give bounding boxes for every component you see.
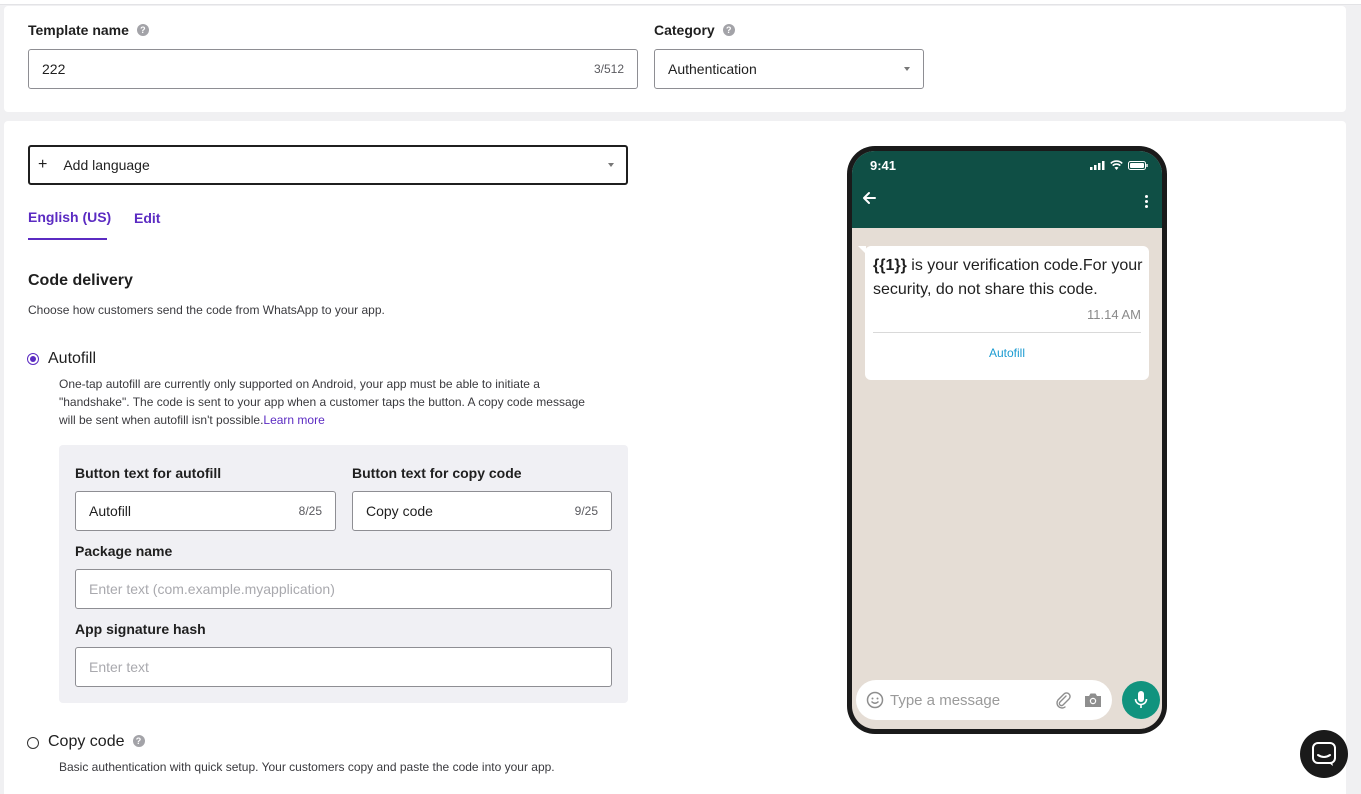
button-copy-label: Button text for copy code xyxy=(352,465,522,481)
chevron-down-icon xyxy=(904,67,910,71)
phone-preview: 9:41 {{1}} is your verification code.For… xyxy=(847,146,1167,734)
app-signature-hash-label: App signature hash xyxy=(75,621,206,637)
message-input-placeholder: Type a message xyxy=(890,691,1001,709)
signal-icon xyxy=(1090,160,1105,170)
template-name-input[interactable]: 222 3/512 xyxy=(28,49,638,89)
code-delivery-description: Choose how customers send the code from … xyxy=(28,303,385,317)
category-select[interactable]: Authentication xyxy=(654,49,924,89)
battery-icon xyxy=(1128,160,1148,170)
camera-icon[interactable] xyxy=(1084,692,1102,708)
char-counter: 3/512 xyxy=(593,62,624,76)
tab-edit[interactable]: Edit xyxy=(134,210,160,226)
help-icon[interactable]: ? xyxy=(722,24,735,36)
plus-icon: + xyxy=(38,156,48,173)
message-autofill-button[interactable]: Autofill xyxy=(865,346,1149,360)
help-icon[interactable]: ? xyxy=(136,24,149,36)
message-input-bar[interactable]: Type a message xyxy=(856,680,1112,720)
char-counter: 8/25 xyxy=(298,504,322,518)
add-language-select[interactable]: + Add language xyxy=(28,145,628,185)
template-name-label: Template name? xyxy=(28,22,149,38)
chevron-down-icon xyxy=(608,163,614,167)
learn-more-link[interactable]: Learn more xyxy=(263,413,324,427)
wifi-icon xyxy=(1110,160,1123,170)
app-signature-hash-input[interactable]: Enter text xyxy=(75,647,612,687)
copy-code-radio[interactable] xyxy=(27,737,39,749)
top-edge xyxy=(0,0,1361,5)
package-name-label: Package name xyxy=(75,543,173,559)
more-options-icon[interactable] xyxy=(1145,195,1148,210)
chat-support-button[interactable] xyxy=(1300,730,1348,778)
phone-screen: 9:41 {{1}} is your verification code.For… xyxy=(852,151,1162,729)
mic-button[interactable] xyxy=(1122,681,1160,719)
template-name-value: 222 xyxy=(42,61,66,77)
copy-code-description: Basic authentication with quick setup. Y… xyxy=(59,760,555,774)
autofill-radio[interactable] xyxy=(27,353,39,365)
chat-header: 9:41 xyxy=(852,151,1162,228)
chat-icon xyxy=(1312,742,1336,766)
active-tab-indicator xyxy=(28,238,107,240)
status-clock: 9:41 xyxy=(870,158,897,173)
category-value: Authentication xyxy=(668,61,757,77)
help-icon[interactable]: ? xyxy=(132,735,145,747)
code-delivery-heading: Code delivery xyxy=(28,272,133,289)
tab-english-us[interactable]: English (US) xyxy=(28,209,111,225)
button-autofill-label: Button text for autofill xyxy=(75,465,222,481)
button-copy-input[interactable]: Copy code 9/25 xyxy=(352,491,612,531)
copy-code-label[interactable]: Copy code? xyxy=(48,733,145,751)
message-text: {{1}} is your verification code.For your… xyxy=(873,257,1143,298)
button-autofill-input[interactable]: Autofill 8/25 xyxy=(75,491,336,531)
add-language-label: Add language xyxy=(63,157,150,173)
status-icons xyxy=(1090,160,1148,170)
category-label: Category? xyxy=(654,22,735,38)
emoji-icon[interactable] xyxy=(866,691,884,709)
message-time: 11.14 AM xyxy=(1087,307,1141,322)
bubble-divider xyxy=(873,332,1141,333)
message-bubble: {{1}} is your verification code.For your… xyxy=(858,246,1149,380)
char-counter: 9/25 xyxy=(574,504,598,518)
microphone-icon xyxy=(1134,691,1148,708)
package-name-input[interactable]: Enter text (com.example.myapplication) xyxy=(75,569,612,609)
back-arrow-icon[interactable] xyxy=(860,189,878,207)
autofill-description: One-tap autofill are currently only supp… xyxy=(59,377,585,427)
autofill-label[interactable]: Autofill xyxy=(48,350,96,368)
attach-icon[interactable] xyxy=(1054,691,1072,709)
